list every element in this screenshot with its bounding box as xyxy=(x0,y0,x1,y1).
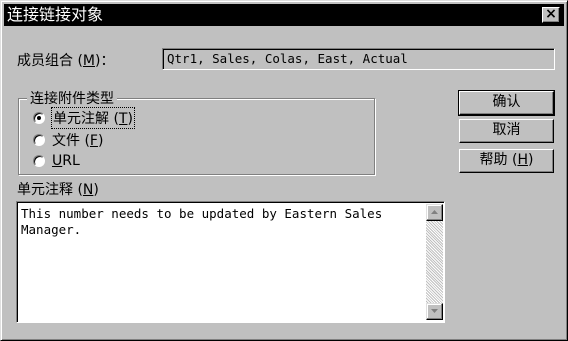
title-bar[interactable]: 连接链接对象 × xyxy=(4,4,564,26)
close-button[interactable]: × xyxy=(542,7,560,23)
scroll-up-button[interactable] xyxy=(426,204,443,221)
cell-note-textarea[interactable]: This number needs to be updated by Easte… xyxy=(16,201,445,323)
window-title: 连接链接对象 xyxy=(7,5,104,24)
help-button[interactable]: 帮助 (H) xyxy=(459,149,554,173)
link-type-group-title: 连接附件类型 xyxy=(27,88,117,108)
close-icon: × xyxy=(545,6,557,22)
link-type-group: 连接附件类型 单元注解 (T) 文件 (F) URL xyxy=(18,88,375,175)
scroll-down-arrow-icon xyxy=(431,309,438,313)
radio-button[interactable] xyxy=(33,155,45,167)
radio-cell-note-label: 单元注解 (T) xyxy=(51,107,135,129)
radio-button[interactable] xyxy=(33,134,45,146)
cell-note-label: 单元注释 (N) xyxy=(17,182,99,198)
radio-file[interactable]: 文件 (F) xyxy=(33,130,103,150)
scroll-down-button[interactable] xyxy=(426,303,443,320)
member-combination-label: 成员组合 (M)： xyxy=(17,53,115,69)
radio-button-checked[interactable] xyxy=(33,112,45,124)
link-object-dialog: 连接链接对象 × 成员组合 (M)： Qtr1, Sales, Colas, E… xyxy=(0,0,568,341)
radio-cell-note[interactable]: 单元注解 (T) xyxy=(33,107,135,129)
cell-note-text[interactable]: This number needs to be updated by Easte… xyxy=(21,206,421,238)
member-combination-field: Qtr1, Sales, Colas, East, Actual xyxy=(162,48,555,70)
vertical-scrollbar[interactable] xyxy=(426,204,443,320)
radio-file-label: 文件 (F) xyxy=(52,133,104,149)
radio-url-label: URL xyxy=(52,153,80,169)
scroll-up-arrow-icon xyxy=(431,210,438,214)
radio-url[interactable]: URL xyxy=(33,151,80,171)
ok-button[interactable]: 确认 xyxy=(458,90,555,116)
cancel-button[interactable]: 取消 xyxy=(459,119,554,143)
